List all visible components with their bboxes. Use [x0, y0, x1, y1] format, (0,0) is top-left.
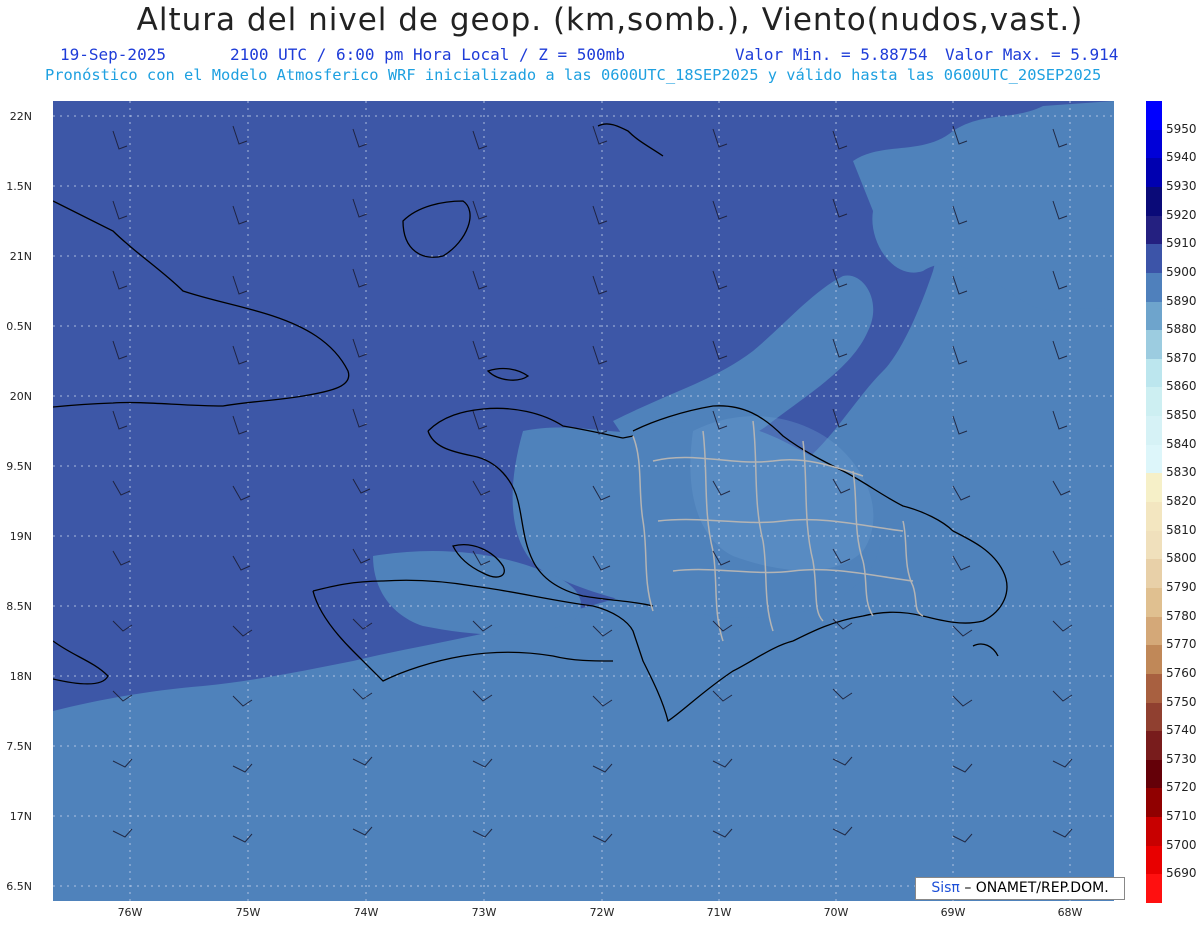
lat-label: 18N [9, 670, 32, 683]
colorbar-swatch [1146, 759, 1162, 789]
lat-label: 6.5N [6, 880, 32, 893]
colorbar-swatch [1146, 559, 1162, 589]
colorbar-swatch [1146, 358, 1162, 388]
colorbar-swatch [1146, 387, 1162, 417]
chart-title: Altura del nivel de geop. (km,somb.), Vi… [136, 2, 1084, 38]
colorbar-swatch [1146, 301, 1162, 331]
valid-time: 2100 UTC / 6:00 pm Hora Local / Z = 500m… [230, 45, 625, 64]
colorbar-label: 5820 [1166, 494, 1197, 508]
colorbar-swatch [1146, 587, 1162, 618]
max-value: Valor Max. = 5.914 [945, 45, 1119, 64]
colorbar-label: 5900 [1166, 264, 1197, 279]
lat-label: 20N [9, 390, 32, 403]
lat-label: 9.5N [6, 460, 32, 473]
colorbar-swatch [1146, 129, 1162, 159]
lon-label: 70W [823, 906, 849, 919]
colorbar-swatch [1146, 272, 1162, 302]
lon-label: 71W [706, 906, 732, 919]
lat-label: 19N [9, 530, 32, 543]
lat-label: 7.5N [6, 740, 32, 753]
colorbar-swatch [1146, 645, 1162, 675]
colorbar-label: 5730 [1166, 751, 1197, 766]
colorbar-swatch [1146, 673, 1162, 703]
lon-label: 69W [940, 906, 966, 919]
lat-label: 1.5N [6, 180, 32, 193]
lat-label: 17N [9, 810, 32, 823]
lon-label: 74W [353, 906, 379, 919]
colorbar-swatch [1146, 158, 1162, 188]
geopotential-map [53, 101, 1114, 901]
colorbar-label: 5790 [1166, 579, 1197, 594]
sispi-logo: Sisπ [931, 880, 960, 896]
colorbar-swatch [1146, 473, 1162, 503]
credit-box: Sisπ – ONAMET/REP.DOM. [915, 877, 1125, 900]
min-value: Valor Min. = 5.88754 [735, 45, 928, 64]
credit-text: – ONAMET/REP.DOM. [964, 880, 1109, 896]
colorbar-swatch [1146, 817, 1162, 847]
colorbar-label: 5910 [1166, 236, 1197, 251]
colorbar-swatch [1146, 416, 1162, 446]
forecast-info: Pronóstico con el Modelo Atmosferico WRF… [45, 66, 1102, 84]
colorbar-label: 5750 [1166, 694, 1197, 709]
valid-date: 19-Sep-2025 [60, 45, 166, 64]
colorbar-swatch [1146, 101, 1162, 131]
colorbar-swatch [1146, 788, 1162, 818]
colorbar-label: 5830 [1166, 465, 1197, 480]
colorbar-label: 5770 [1166, 637, 1197, 652]
colorbar-label: 5850 [1166, 408, 1197, 423]
colorbar-label: 5920 [1166, 207, 1197, 222]
lon-label: 76W [117, 906, 143, 919]
colorbar-label: 5840 [1166, 436, 1197, 451]
colorbar-label: 5880 [1166, 322, 1197, 337]
colorbar-label: 5700 [1166, 837, 1197, 852]
colorbar-swatch [1146, 845, 1162, 875]
colorbar-label: 5890 [1166, 293, 1197, 308]
lon-label: 72W [589, 906, 615, 919]
colorbar-swatch [1146, 702, 1162, 732]
lat-label: 21N [9, 250, 32, 263]
lat-label: 0.5N [6, 320, 32, 333]
colorbar-label: 5930 [1166, 178, 1197, 193]
colorbar-swatch [1146, 502, 1162, 532]
colorbar-swatch [1146, 530, 1162, 560]
colorbar-swatch [1146, 731, 1162, 761]
colorbar-label: 5710 [1166, 809, 1197, 824]
colorbar-swatch [1146, 444, 1162, 474]
lon-label: 73W [471, 906, 497, 919]
colorbar-label: 5720 [1166, 780, 1197, 795]
colorbar-label: 5690 [1166, 866, 1197, 881]
colorbar-label: 5780 [1166, 608, 1197, 623]
lat-label: 8.5N [6, 600, 32, 613]
colorbar-label: 5800 [1166, 551, 1197, 566]
colorbar-label: 5760 [1166, 665, 1197, 680]
colorbar-swatch [1146, 616, 1162, 646]
colorbar-swatch [1146, 874, 1162, 904]
colorbar-swatch [1146, 330, 1162, 360]
colorbar-label: 5860 [1166, 379, 1197, 394]
colorbar-label: 5740 [1166, 723, 1197, 738]
colorbar-label: 5810 [1166, 522, 1197, 537]
colorbar-label: 5870 [1166, 350, 1197, 365]
colorbar-swatch [1146, 186, 1162, 217]
colorbar-swatch [1146, 215, 1162, 245]
colorbar-label: 5950 [1166, 121, 1197, 136]
lon-label: 68W [1057, 906, 1083, 919]
lat-label: 22N [9, 110, 32, 123]
colorbar-label: 5940 [1166, 150, 1197, 165]
lon-label: 75W [235, 906, 261, 919]
colorbar-swatch [1146, 244, 1162, 274]
